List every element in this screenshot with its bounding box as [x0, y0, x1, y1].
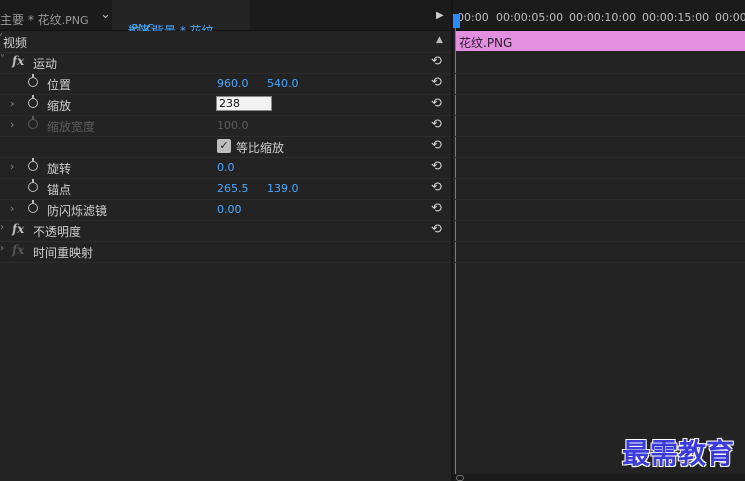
fx-icon: fx — [12, 243, 25, 257]
reset-icon[interactable]: ⟲ — [431, 159, 442, 174]
timeline-panel: 00:00 00:00:05:00 00:00:10:00 00:00:15:0… — [453, 0, 745, 481]
tick-label: 00:00:15:00 — [642, 11, 710, 24]
section-video[interactable]: ˅ 视频 ▲ — [0, 31, 451, 53]
effect-opacity[interactable]: › fx 不透明度 ⟲ — [0, 220, 451, 242]
property-position: 位置 960.0 540.0 ⟲ — [0, 73, 451, 95]
track-divider — [453, 157, 745, 158]
anchor-x-value[interactable]: 265.5 — [217, 182, 249, 195]
reset-icon[interactable]: ⟲ — [431, 138, 442, 153]
tick-label: 00:00:05:00 — [496, 11, 564, 24]
scale-width-value: 100.0 — [217, 119, 249, 132]
reset-icon[interactable]: ⟲ — [431, 75, 442, 90]
track-divider — [453, 136, 745, 137]
rotation-value[interactable]: 0.0 — [217, 161, 235, 174]
track-divider — [453, 262, 745, 263]
chevron-right-icon[interactable]: › — [10, 97, 14, 110]
position-y-value[interactable]: 540.0 — [267, 77, 299, 90]
anchor-label: 锚点 — [47, 183, 72, 197]
timeline-clip[interactable]: 花纹.PNG — [456, 31, 745, 51]
property-anchor: 锚点 265.5 139.0 ⟲ — [0, 178, 451, 200]
tab-master-clip[interactable]: 主要 * 花纹.PNG — [0, 11, 89, 28]
reset-icon[interactable]: ⟲ — [431, 54, 442, 69]
property-scale: › 缩放 ⟲ — [0, 94, 451, 116]
opacity-label: 不透明度 — [33, 225, 82, 239]
tab-master-label: 主要 * 花纹 — [0, 13, 62, 27]
uniform-scale-checkbox[interactable]: ✓ — [217, 139, 231, 153]
fx-icon[interactable]: fx — [12, 222, 24, 236]
effect-controls-panel: ˅ 视频 ▲ ˅ fx 运动 ⟲ 位置 960.0 540.0 ⟲ › 缩放 ⟲… — [0, 31, 451, 481]
effect-motion[interactable]: ˅ fx 运动 ⟲ — [0, 52, 451, 74]
tab-master-ext: .PNG — [61, 14, 89, 27]
position-label: 位置 — [47, 78, 72, 92]
stopwatch-icon[interactable] — [28, 158, 38, 171]
property-uniform-scale: ✓ 等比缩放 ⟲ — [0, 136, 451, 158]
tick-label: 00:00 — [457, 11, 489, 24]
reset-icon[interactable]: ⟲ — [431, 222, 442, 237]
chevron-right-icon[interactable]: › — [10, 118, 14, 131]
clip-label: 花纹.PNG — [459, 36, 513, 50]
reset-icon[interactable]: ⟲ — [431, 96, 442, 111]
stopwatch-icon[interactable] — [28, 95, 38, 108]
reset-icon[interactable]: ⟲ — [431, 180, 442, 195]
reset-icon[interactable]: ⟲ — [431, 117, 442, 132]
panel-tab-bar: 主要 * 花纹.PNG ⌄ 粒子背景 * 花纹.PNG ▶ — [0, 0, 453, 38]
reset-icon[interactable]: ⟲ — [431, 201, 442, 216]
anti-flicker-value[interactable]: 0.00 — [217, 203, 242, 216]
chevron-down-icon[interactable]: ˅ — [0, 54, 5, 65]
chevron-right-icon[interactable]: › — [10, 160, 14, 173]
scroll-knob[interactable] — [456, 475, 464, 481]
tab-sequence-clip[interactable]: 粒子背景 * 花纹.PNG — [112, 0, 250, 38]
section-video-label: 视频 — [3, 36, 28, 50]
playhead-handle[interactable] — [453, 14, 460, 28]
chevron-down-icon[interactable]: ⌄ — [100, 7, 111, 22]
motion-label: 运动 — [33, 57, 58, 71]
uniform-scale-label: 等比缩放 — [236, 141, 285, 155]
time-ruler[interactable]: 00:00 00:00:05:00 00:00:10:00 00:00:15:0… — [453, 0, 745, 31]
track-divider — [453, 115, 745, 116]
watermark-logo: 最需教育 — [622, 437, 735, 470]
property-rotation: › 旋转 0.0 ⟲ — [0, 157, 451, 179]
stopwatch-icon[interactable] — [28, 74, 38, 87]
fx-icon[interactable]: fx — [12, 54, 24, 68]
timeline-scrollbar[interactable] — [453, 474, 745, 481]
chevron-right-icon[interactable]: › — [0, 222, 4, 233]
time-remap-label: 时间重映射 — [33, 246, 94, 260]
tick-label: 00:00:10:00 — [569, 11, 637, 24]
collapse-up-icon[interactable]: ▲ — [436, 35, 443, 45]
track-divider — [453, 241, 745, 242]
stopwatch-icon[interactable] — [28, 179, 38, 192]
anti-flicker-label: 防闪烁滤镜 — [47, 204, 108, 218]
scale-label: 缩放 — [47, 99, 72, 113]
property-anti-flicker: › 防闪烁滤镜 0.00 ⟲ — [0, 199, 451, 221]
track-divider — [453, 94, 745, 95]
play-arrow-icon[interactable]: ▶ — [436, 10, 444, 21]
track-divider — [453, 178, 745, 179]
effect-time-remap[interactable]: › fx 时间重映射 — [0, 241, 451, 263]
scale-width-label: 缩放宽度 — [47, 120, 96, 134]
playhead-line[interactable] — [455, 28, 456, 481]
scale-input[interactable] — [216, 96, 272, 111]
stopwatch-icon[interactable] — [28, 200, 38, 213]
anchor-y-value[interactable]: 139.0 — [267, 182, 299, 195]
position-x-value[interactable]: 960.0 — [217, 77, 249, 90]
rotation-label: 旋转 — [47, 162, 72, 176]
stopwatch-icon — [28, 116, 38, 129]
chevron-right-icon[interactable]: › — [0, 243, 4, 254]
track-divider — [453, 73, 745, 74]
property-scale-width: › 缩放宽度 100.0 ⟲ — [0, 115, 451, 137]
track-divider — [453, 220, 745, 221]
chevron-right-icon[interactable]: › — [10, 202, 14, 215]
tick-label: 00:00 — [715, 11, 745, 24]
track-divider — [453, 199, 745, 200]
